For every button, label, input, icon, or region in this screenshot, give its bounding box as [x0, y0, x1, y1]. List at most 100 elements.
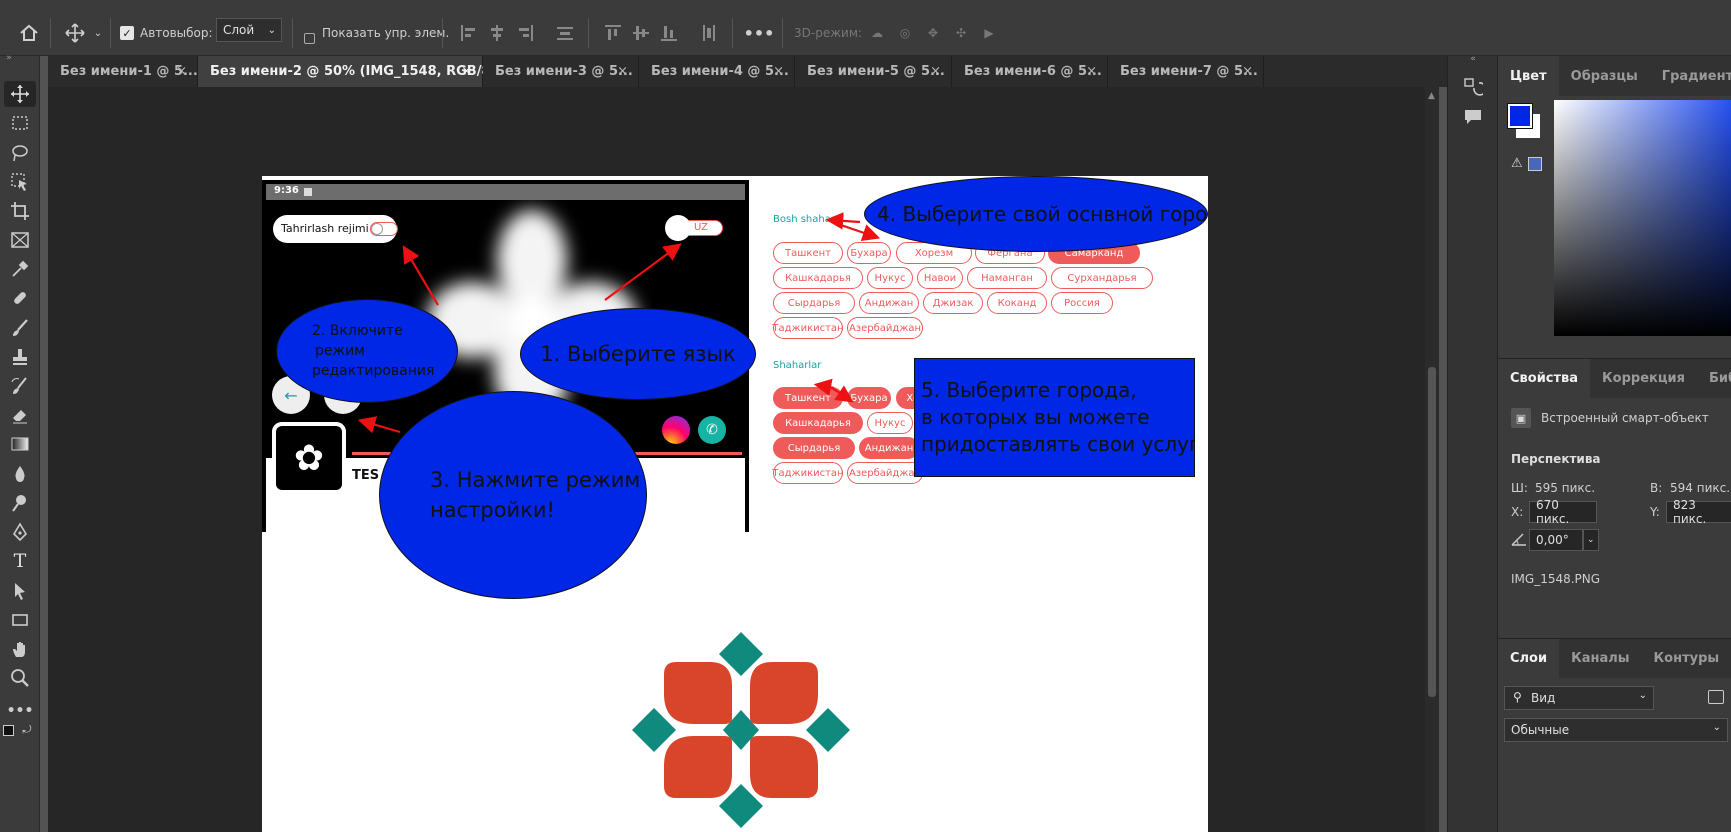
y-input[interactable]: 823 пикс.: [1666, 498, 1731, 526]
tab-properties[interactable]: Свойства: [1498, 358, 1591, 399]
object-select-tool-icon[interactable]: [4, 169, 36, 195]
chevron-down-icon[interactable]: ⌄: [91, 18, 105, 48]
tab-paths[interactable]: Контуры: [1642, 639, 1731, 679]
show-controls-checkbox[interactable]: [304, 33, 315, 44]
hand-tool-icon[interactable]: [4, 636, 36, 662]
city-chip[interactable]: Сырдарья: [773, 292, 855, 314]
city-chip[interactable]: Кашкадарья: [773, 267, 863, 289]
history-icon[interactable]: [1460, 74, 1486, 100]
color-picker-field[interactable]: [1554, 100, 1731, 336]
edit-mode-toggle[interactable]: Tahrirlash rejimi: [273, 215, 398, 243]
move-tool-icon[interactable]: [62, 18, 88, 48]
angle-input[interactable]: 0,00°: [1529, 529, 1583, 551]
crop-tool-icon[interactable]: [4, 198, 36, 224]
image-filter-icon[interactable]: [1708, 690, 1724, 704]
marquee-tool-icon[interactable]: [4, 110, 36, 136]
height-value[interactable]: 594 пикс.: [1670, 481, 1730, 495]
instagram-icon[interactable]: [662, 416, 690, 444]
tab-swatches[interactable]: Образцы: [1559, 56, 1650, 96]
history-brush-tool-icon[interactable]: [4, 373, 36, 399]
city-chip[interactable]: Нукус: [867, 412, 913, 434]
tab-libraries[interactable]: Библиоте: [1697, 359, 1731, 399]
angle-dropdown[interactable]: ⌄: [1583, 529, 1599, 551]
width-value[interactable]: 595 пикс.: [1535, 481, 1595, 495]
city-chip[interactable]: Бухара: [847, 387, 891, 409]
lasso-tool-icon[interactable]: [4, 140, 36, 166]
distribute-icon[interactable]: [554, 22, 576, 44]
align-right-icon[interactable]: [514, 22, 536, 44]
align-top-icon[interactable]: [602, 22, 624, 44]
align-bottom-icon[interactable]: [658, 22, 680, 44]
zoom-tool-icon[interactable]: [4, 665, 36, 691]
type-tool-icon[interactable]: T: [4, 548, 36, 574]
align-left-icon[interactable]: [458, 22, 480, 44]
tab-channels[interactable]: Каналы: [1559, 639, 1641, 679]
scrollbar-thumb[interactable]: [1428, 367, 1436, 697]
pen-tool-icon[interactable]: [4, 519, 36, 545]
tab-gradients[interactable]: Градиенты: [1650, 56, 1731, 96]
comments-icon[interactable]: [1460, 104, 1486, 130]
tab-doc-4[interactable]: Без имени-4 @ 5... ×: [639, 56, 795, 87]
align-center-icon[interactable]: [486, 22, 508, 44]
rectangle-tool-icon[interactable]: [4, 607, 36, 633]
vertical-scrollbar[interactable]: ▲: [1425, 87, 1439, 832]
close-icon[interactable]: ×: [1086, 64, 1097, 79]
tab-layers[interactable]: Слои: [1498, 638, 1560, 679]
city-chip[interactable]: Навои: [917, 267, 963, 289]
dodge-tool-icon[interactable]: [4, 490, 36, 516]
city-chip[interactable]: Сырдарья: [773, 437, 855, 459]
blend-mode-select[interactable]: Обычные ⌄: [1504, 718, 1728, 742]
collapse-panel-icon[interactable]: «: [1466, 53, 1480, 65]
tab-doc-6[interactable]: Без имени-6 @ 5... ×: [952, 56, 1108, 87]
blur-tool-icon[interactable]: [4, 461, 36, 487]
tab-doc-1[interactable]: Без имени-1 @ 5... ×: [48, 56, 198, 87]
eyedropper-tool-icon[interactable]: [4, 256, 36, 282]
stamp-tool-icon[interactable]: [4, 344, 36, 370]
move-tool-icon[interactable]: [4, 81, 36, 107]
default-colors-icon[interactable]: [3, 725, 14, 736]
camera-3d-icon[interactable]: ▶: [978, 22, 1000, 44]
tab-doc-5[interactable]: Без имени-5 @ 5... ×: [795, 56, 952, 87]
align-middle-icon[interactable]: [630, 22, 652, 44]
phone-call-icon[interactable]: ✆: [698, 416, 726, 444]
city-chip[interactable]: Россия: [1051, 292, 1113, 314]
more-options-icon[interactable]: •••: [744, 18, 775, 48]
close-icon[interactable]: ×: [1242, 64, 1253, 79]
pan-3d-icon[interactable]: ✥: [922, 22, 944, 44]
scroll-up-icon[interactable]: ▲: [1428, 91, 1435, 101]
city-chip[interactable]: Сурхандарья: [1051, 267, 1153, 289]
path-selection-tool-icon[interactable]: [4, 578, 36, 604]
city-chip[interactable]: Ташкент: [773, 387, 843, 409]
healing-brush-tool-icon[interactable]: [4, 285, 36, 311]
city-chip[interactable]: Азербайджан: [847, 462, 923, 484]
city-chip[interactable]: Андижан: [859, 437, 919, 459]
city-chip[interactable]: Таджикистан: [772, 317, 844, 339]
close-icon[interactable]: ×: [176, 64, 187, 79]
city-chip[interactable]: Наманган: [967, 267, 1047, 289]
distribute-vertical-icon[interactable]: [698, 22, 720, 44]
web-safe-color-swatch[interactable]: [1528, 157, 1542, 171]
city-chip[interactable]: Нукус: [867, 267, 913, 289]
tab-adjustments[interactable]: Коррекция: [1590, 359, 1697, 399]
close-icon[interactable]: ×: [461, 64, 472, 79]
city-chip[interactable]: Таджикистан: [772, 462, 844, 484]
city-chip[interactable]: Андижан: [859, 292, 919, 314]
foreground-color-swatch[interactable]: [1507, 103, 1533, 129]
layer-filter-select[interactable]: ⚲ Вид ⌄: [1504, 686, 1654, 710]
city-chip[interactable]: Джизак: [923, 292, 983, 314]
gradient-tool-icon[interactable]: [4, 431, 36, 457]
city-chip[interactable]: Ташкент: [773, 242, 843, 264]
swap-colors-icon[interactable]: ⤾: [20, 723, 34, 737]
frame-tool-icon[interactable]: [4, 227, 36, 253]
roll-3d-icon[interactable]: ◎: [894, 22, 916, 44]
close-icon[interactable]: ×: [617, 64, 628, 79]
tab-doc-2[interactable]: Без имени-2 @ 50% (IMG_1548, RGB/8) * ×: [198, 56, 508, 87]
close-icon[interactable]: ×: [930, 64, 941, 79]
tab-doc-3[interactable]: Без имени-3 @ 5... ×: [483, 56, 639, 87]
city-chip[interactable]: Коканд: [987, 292, 1047, 314]
home-icon[interactable]: [14, 18, 44, 48]
city-chip[interactable]: Азербайджан: [847, 317, 923, 339]
expand-panel-icon[interactable]: »: [2, 52, 16, 64]
x-input[interactable]: 670 пикс.: [1529, 498, 1597, 526]
brush-tool-icon[interactable]: [4, 315, 36, 341]
